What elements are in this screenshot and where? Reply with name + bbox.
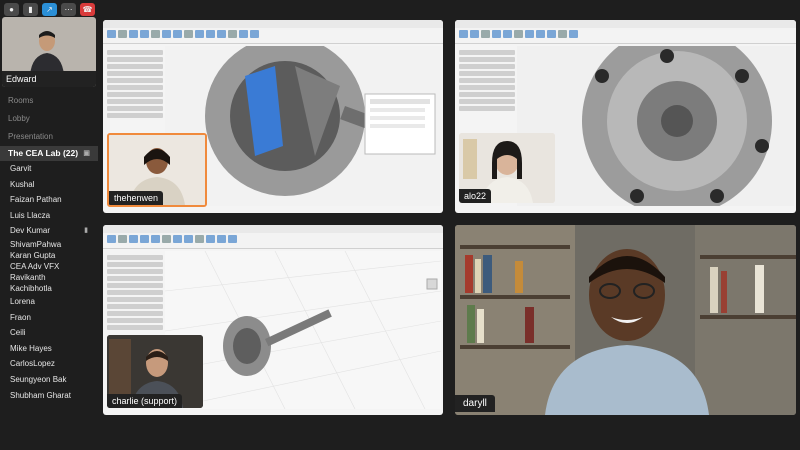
more-icon[interactable]: ⋯ [61,3,76,16]
member-item[interactable]: Ravikanth [0,272,98,283]
member-item[interactable]: Seungyeon Bak [0,372,98,388]
mic-muted-icon: ▮ [84,227,88,235]
member-item[interactable]: Ceili [0,325,98,341]
self-name-label: Edward [2,71,96,87]
screenshare-tile-3[interactable]: charlie (support) [103,225,443,415]
participant-video-charlie[interactable]: charlie (support) [107,335,203,408]
member-item[interactable]: Luis Llacza [0,208,98,224]
member-item[interactable]: Faizan Pathan [0,192,98,208]
member-item[interactable]: Garvit [0,161,98,177]
camera-icon[interactable]: ▮ [23,3,38,16]
section-rooms: Rooms [8,96,34,105]
member-item[interactable]: CEA Adv VFX [0,261,98,272]
screenshare-tile-1[interactable]: thehenwen [103,20,443,213]
cad-browser-tree [459,48,515,113]
share-icon[interactable]: ↗ [42,3,57,16]
room-presentation[interactable]: Presentation [0,128,98,146]
mic-icon[interactable]: ● [4,3,19,16]
participant-video-thehenwen[interactable]: thehenwen [107,133,207,207]
active-room-label: The CEA Lab (22) [8,148,79,158]
active-room[interactable]: The CEA Lab (22) ▣ [0,146,98,161]
participant-video-alo22[interactable]: alo22 [459,133,555,203]
member-item[interactable]: Fraon [0,310,98,326]
member-item[interactable]: Mike Hayes [0,341,98,357]
person-video [30,31,64,75]
participant-name-label: thehenwen [109,191,164,205]
cad-browser-tree [107,48,163,120]
hangup-icon[interactable]: ☎ [80,3,95,16]
cad-viewport [165,251,441,409]
room-lobby[interactable]: Lobby [0,110,98,128]
self-video-tile: Edward [2,17,96,87]
member-item[interactable]: Karan Gupta [0,250,98,261]
cad-ribbon [455,28,796,44]
member-item[interactable]: Lorena [0,294,98,310]
member-item[interactable]: Kushal [0,177,98,193]
cad-viewport [517,46,794,206]
cad-browser-tree [107,253,163,332]
cad-ribbon [103,28,443,44]
member-item[interactable]: Kachibhotla [0,283,98,294]
person-video [455,225,796,415]
chat-icon[interactable]: ▣ [83,146,90,161]
participant-name-label: alo22 [459,189,492,203]
participant-name-label: daryll [455,395,495,412]
room-sidebar: Rooms Lobby Presentation The CEA Lab (22… [0,92,98,403]
member-item[interactable]: CarlosLopez [0,356,98,372]
member-item[interactable]: Shubham Gharat [0,388,98,404]
participant-name-label: charlie (support) [107,394,183,408]
member-item[interactable]: ShivamPahwa [0,239,98,250]
screenshare-tile-2[interactable]: alo22 [455,20,796,213]
participant-video-daryll[interactable]: daryll [455,225,796,415]
cad-ribbon [103,233,443,249]
call-toolbar: ● ▮ ↗ ⋯ ☎ [4,3,95,16]
member-item[interactable]: Dev Kumar ▮ [0,223,98,239]
